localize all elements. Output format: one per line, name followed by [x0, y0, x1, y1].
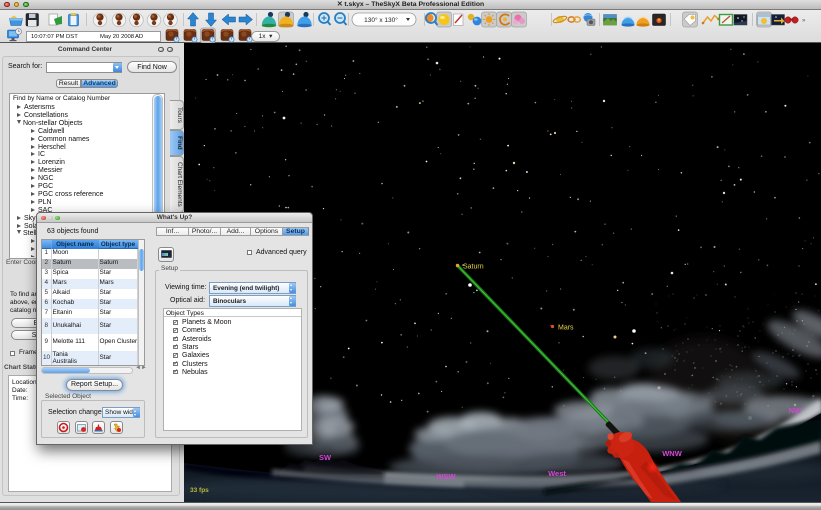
- svg-text:»: »: [802, 18, 806, 24]
- svg-text:Saturn: Saturn: [463, 264, 484, 271]
- svg-text:130° x 130°: 130° x 130°: [364, 16, 398, 24]
- svg-text:WNW: WNW: [662, 449, 682, 458]
- svg-text:Mars: Mars: [558, 325, 574, 332]
- svg-text:West: West: [548, 469, 566, 478]
- svg-text:NW: NW: [789, 406, 802, 415]
- svg-text:33 fps: 33 fps: [190, 487, 209, 494]
- svg-text:WSW: WSW: [436, 472, 456, 481]
- svg-text:SW: SW: [319, 453, 332, 462]
